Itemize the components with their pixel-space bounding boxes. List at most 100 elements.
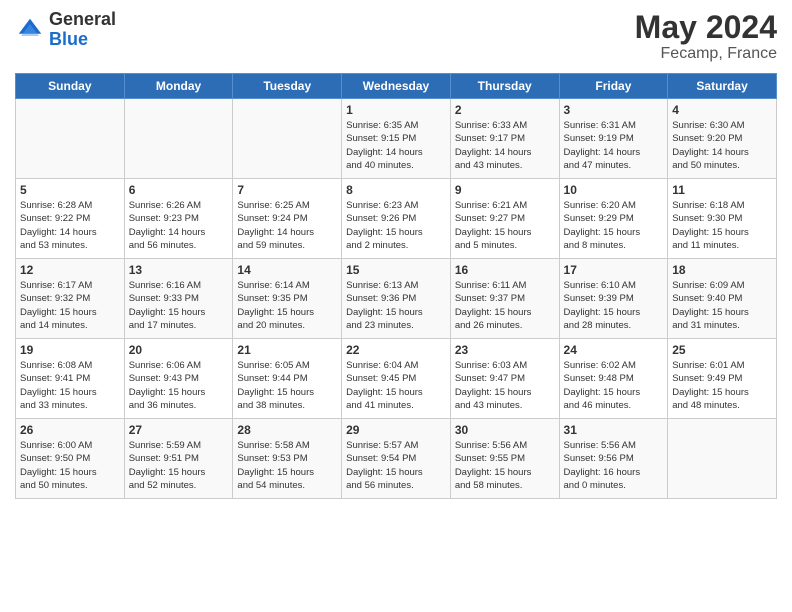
calendar-cell — [124, 99, 233, 179]
day-number: 17 — [564, 263, 664, 277]
day-number: 2 — [455, 103, 555, 117]
cell-details: Sunrise: 6:02 AM Sunset: 9:48 PM Dayligh… — [564, 359, 664, 412]
day-number: 13 — [129, 263, 229, 277]
day-number: 25 — [672, 343, 772, 357]
calendar-cell: 21 Sunrise: 6:05 AM Sunset: 9:44 PM Dayli… — [233, 339, 342, 419]
day-number: 6 — [129, 183, 229, 197]
calendar-week-row: 26 Sunrise: 6:00 AM Sunset: 9:50 PM Dayli… — [16, 419, 777, 499]
calendar-subtitle: Fecamp, France — [635, 45, 777, 63]
cell-details: Sunrise: 6:03 AM Sunset: 9:47 PM Dayligh… — [455, 359, 555, 412]
calendar-cell: 12Sunrise: 6:17 AM Sunset: 9:32 PM Dayli… — [16, 259, 125, 339]
weekday-row: SundayMondayTuesdayWednesdayThursdayFrid… — [16, 74, 777, 99]
calendar-cell: 28Sunrise: 5:58 AM Sunset: 9:53 PM Dayli… — [233, 419, 342, 499]
cell-details: Sunrise: 6:28 AM Sunset: 9:22 PM Dayligh… — [20, 199, 120, 252]
cell-details: Sunrise: 6:00 AM Sunset: 9:50 PM Dayligh… — [20, 439, 120, 492]
calendar-cell: 4Sunrise: 6:30 AM Sunset: 9:20 PM Daylig… — [668, 99, 777, 179]
header: General Blue May 2024 Fecamp, France — [15, 10, 777, 63]
logo-text: General Blue — [49, 10, 116, 50]
calendar-cell: 19 Sunrise: 6:08 AM Sunset: 9:41 PM Dayli… — [16, 339, 125, 419]
cell-details: Sunrise: 6:09 AM Sunset: 9:40 PM Dayligh… — [672, 279, 772, 332]
calendar-cell: 6 Sunrise: 6:26 AM Sunset: 9:23 PM Daylig… — [124, 179, 233, 259]
calendar-cell: 30Sunrise: 5:56 AM Sunset: 9:55 PM Dayli… — [450, 419, 559, 499]
day-number: 18 — [672, 263, 772, 277]
weekday-header: Sunday — [16, 74, 125, 99]
cell-details: Sunrise: 6:05 AM Sunset: 9:44 PM Dayligh… — [237, 359, 337, 412]
cell-details: Sunrise: 6:04 AM Sunset: 9:45 PM Dayligh… — [346, 359, 446, 412]
cell-details: Sunrise: 6:16 AM Sunset: 9:33 PM Dayligh… — [129, 279, 229, 332]
day-number: 28 — [237, 423, 337, 437]
calendar-cell: 10 Sunrise: 6:20 AM Sunset: 9:29 PM Dayli… — [559, 179, 668, 259]
day-number: 23 — [455, 343, 555, 357]
weekday-header: Thursday — [450, 74, 559, 99]
calendar-header: SundayMondayTuesdayWednesdayThursdayFrid… — [16, 74, 777, 99]
day-number: 1 — [346, 103, 446, 117]
day-number: 10 — [564, 183, 664, 197]
calendar-cell: 23 Sunrise: 6:03 AM Sunset: 9:47 PM Dayli… — [450, 339, 559, 419]
calendar-cell: 25 Sunrise: 6:01 AM Sunset: 9:49 PM Dayli… — [668, 339, 777, 419]
calendar-cell: 18 Sunrise: 6:09 AM Sunset: 9:40 PM Dayli… — [668, 259, 777, 339]
cell-details: Sunrise: 6:21 AM Sunset: 9:27 PM Dayligh… — [455, 199, 555, 252]
cell-details: Sunrise: 6:18 AM Sunset: 9:30 PM Dayligh… — [672, 199, 772, 252]
weekday-header: Tuesday — [233, 74, 342, 99]
cell-details: Sunrise: 6:20 AM Sunset: 9:29 PM Dayligh… — [564, 199, 664, 252]
day-number: 19 — [20, 343, 120, 357]
calendar-cell: 13 Sunrise: 6:16 AM Sunset: 9:33 PM Dayli… — [124, 259, 233, 339]
calendar-page: General Blue May 2024 Fecamp, France Sun… — [0, 0, 792, 509]
day-number: 16 — [455, 263, 555, 277]
calendar-title: May 2024 — [635, 10, 777, 45]
calendar-cell: 1 Sunrise: 6:35 AM Sunset: 9:15 PM Daylig… — [342, 99, 451, 179]
cell-details: Sunrise: 6:31 AM Sunset: 9:19 PM Dayligh… — [564, 119, 664, 172]
logo-general: General — [49, 10, 116, 30]
calendar-cell: 24 Sunrise: 6:02 AM Sunset: 9:48 PM Dayli… — [559, 339, 668, 419]
cell-details: Sunrise: 5:57 AM Sunset: 9:54 PM Dayligh… — [346, 439, 446, 492]
day-number: 12 — [20, 263, 120, 277]
calendar-cell: 16 Sunrise: 6:11 AM Sunset: 9:37 PM Dayli… — [450, 259, 559, 339]
calendar-cell: 9Sunrise: 6:21 AM Sunset: 9:27 PM Daylig… — [450, 179, 559, 259]
calendar-cell: 14Sunrise: 6:14 AM Sunset: 9:35 PM Dayli… — [233, 259, 342, 339]
cell-details: Sunrise: 6:13 AM Sunset: 9:36 PM Dayligh… — [346, 279, 446, 332]
day-number: 31 — [564, 423, 664, 437]
cell-details: Sunrise: 5:56 AM Sunset: 9:56 PM Dayligh… — [564, 439, 664, 492]
calendar-week-row: 5Sunrise: 6:28 AM Sunset: 9:22 PM Daylig… — [16, 179, 777, 259]
calendar-cell: 7Sunrise: 6:25 AM Sunset: 9:24 PM Daylig… — [233, 179, 342, 259]
calendar-week-row: 1 Sunrise: 6:35 AM Sunset: 9:15 PM Daylig… — [16, 99, 777, 179]
calendar-cell: 17Sunrise: 6:10 AM Sunset: 9:39 PM Dayli… — [559, 259, 668, 339]
day-number: 4 — [672, 103, 772, 117]
day-number: 24 — [564, 343, 664, 357]
day-number: 22 — [346, 343, 446, 357]
weekday-header: Friday — [559, 74, 668, 99]
cell-details: Sunrise: 6:14 AM Sunset: 9:35 PM Dayligh… — [237, 279, 337, 332]
cell-details: Sunrise: 6:08 AM Sunset: 9:41 PM Dayligh… — [20, 359, 120, 412]
day-number: 27 — [129, 423, 229, 437]
weekday-header: Wednesday — [342, 74, 451, 99]
day-number: 3 — [564, 103, 664, 117]
cell-details: Sunrise: 5:56 AM Sunset: 9:55 PM Dayligh… — [455, 439, 555, 492]
calendar-cell: 5Sunrise: 6:28 AM Sunset: 9:22 PM Daylig… — [16, 179, 125, 259]
calendar-cell: 31 Sunrise: 5:56 AM Sunset: 9:56 PM Dayli… — [559, 419, 668, 499]
day-number: 11 — [672, 183, 772, 197]
day-number: 20 — [129, 343, 229, 357]
calendar-table: SundayMondayTuesdayWednesdayThursdayFrid… — [15, 73, 777, 499]
weekday-header: Saturday — [668, 74, 777, 99]
day-number: 21 — [237, 343, 337, 357]
cell-details: Sunrise: 6:01 AM Sunset: 9:49 PM Dayligh… — [672, 359, 772, 412]
cell-details: Sunrise: 6:06 AM Sunset: 9:43 PM Dayligh… — [129, 359, 229, 412]
calendar-week-row: 12Sunrise: 6:17 AM Sunset: 9:32 PM Dayli… — [16, 259, 777, 339]
cell-details: Sunrise: 6:11 AM Sunset: 9:37 PM Dayligh… — [455, 279, 555, 332]
cell-details: Sunrise: 6:23 AM Sunset: 9:26 PM Dayligh… — [346, 199, 446, 252]
day-number: 26 — [20, 423, 120, 437]
day-number: 8 — [346, 183, 446, 197]
calendar-cell: 8 Sunrise: 6:23 AM Sunset: 9:26 PM Daylig… — [342, 179, 451, 259]
cell-details: Sunrise: 6:33 AM Sunset: 9:17 PM Dayligh… — [455, 119, 555, 172]
calendar-cell — [233, 99, 342, 179]
cell-details: Sunrise: 6:26 AM Sunset: 9:23 PM Dayligh… — [129, 199, 229, 252]
logo-blue: Blue — [49, 30, 116, 50]
weekday-header: Monday — [124, 74, 233, 99]
calendar-cell: 27Sunrise: 5:59 AM Sunset: 9:51 PM Dayli… — [124, 419, 233, 499]
calendar-body: 1 Sunrise: 6:35 AM Sunset: 9:15 PM Daylig… — [16, 99, 777, 499]
calendar-cell: 20 Sunrise: 6:06 AM Sunset: 9:43 PM Dayli… — [124, 339, 233, 419]
calendar-cell — [16, 99, 125, 179]
calendar-cell — [668, 419, 777, 499]
logo-icon — [15, 15, 45, 45]
cell-details: Sunrise: 6:35 AM Sunset: 9:15 PM Dayligh… — [346, 119, 446, 172]
